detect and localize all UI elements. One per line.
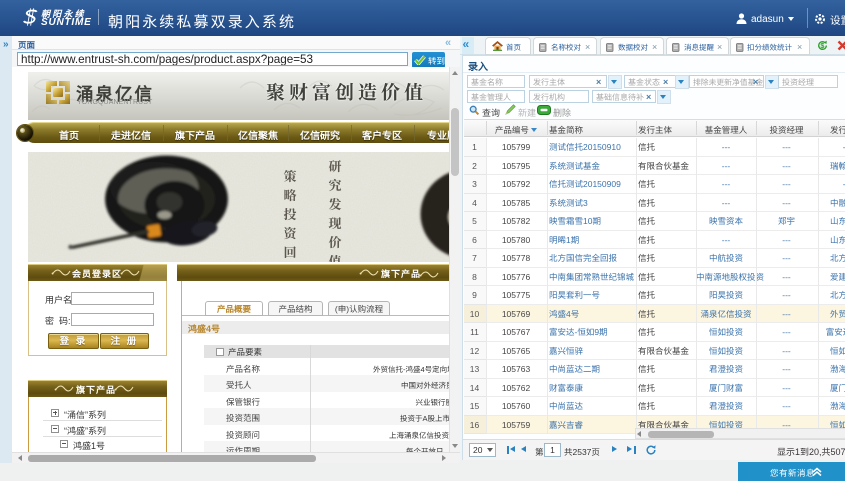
svg-text:$: $ [820,41,824,50]
